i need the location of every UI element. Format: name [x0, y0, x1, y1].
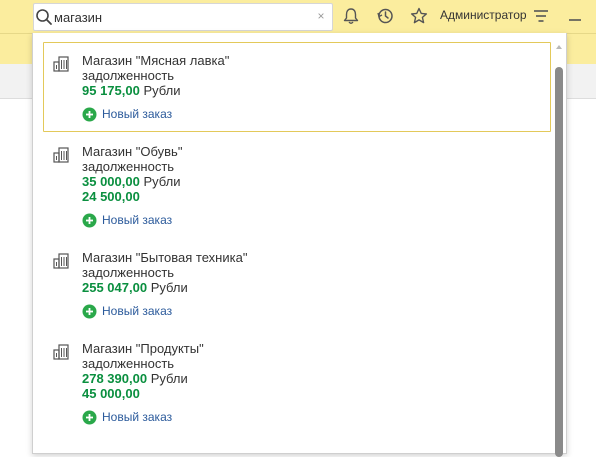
- debt-amount: 278 390,00: [82, 371, 148, 386]
- result-item[interactable]: Магазин "Бытовая техника" задолженность …: [43, 239, 551, 321]
- building-icon: [52, 55, 70, 76]
- secondary-amount: 45 000,00: [82, 386, 140, 401]
- search-clear-button[interactable]: ×: [316, 9, 326, 23]
- result-item[interactable]: Магазин "Продукты" задолженность 278 390…: [43, 330, 551, 426]
- debt-amount-line: 278 390,00 Рубли: [82, 371, 188, 386]
- debt-label: задолженность: [82, 265, 175, 280]
- result-item[interactable]: Магазин "Мясная лавка" задолженность 95 …: [43, 42, 551, 132]
- currency-label: Рубли: [150, 371, 188, 386]
- new-order-label: Новый заказ: [102, 213, 173, 227]
- building-icon: [52, 343, 70, 364]
- bell-icon[interactable]: [341, 6, 361, 26]
- debt-amount-line: 255 047,00 Рубли: [82, 280, 188, 295]
- new-order-label: Новый заказ: [102, 410, 173, 424]
- new-order-label: Новый заказ: [102, 304, 173, 318]
- plus-circle-icon: [82, 410, 97, 425]
- debt-label: задолженность: [82, 68, 175, 83]
- plus-circle-icon: [82, 213, 97, 228]
- star-icon[interactable]: [409, 6, 429, 26]
- results-scrollbar[interactable]: [553, 33, 566, 457]
- debt-label: задолженность: [82, 159, 175, 174]
- debt-label: задолженность: [82, 356, 175, 371]
- plus-circle-icon: [82, 107, 97, 122]
- menu-icon[interactable]: [531, 6, 551, 26]
- magnifier-icon: [35, 8, 53, 29]
- debt-amount-line: 35 000,00 Рубли: [82, 174, 181, 189]
- minimize-icon[interactable]: [565, 6, 585, 26]
- result-title: Магазин "Бытовая техника": [82, 250, 248, 265]
- search-box[interactable]: ×: [33, 3, 333, 31]
- plus-circle-icon: [82, 304, 97, 319]
- currency-label: Рубли: [143, 174, 181, 189]
- secondary-amount: 24 500,00: [82, 189, 140, 204]
- result-title: Магазин "Мясная лавка": [82, 53, 230, 68]
- result-title: Магазин "Продукты": [82, 341, 204, 356]
- debt-amount: 95 175,00: [82, 83, 140, 98]
- scroll-up-arrow-icon[interactable]: [556, 45, 562, 49]
- debt-amount-line: 95 175,00 Рубли: [82, 83, 181, 98]
- history-icon[interactable]: [375, 6, 395, 26]
- currency-label: Рубли: [150, 280, 188, 295]
- building-icon: [52, 252, 70, 273]
- currency-label: Рубли: [143, 83, 181, 98]
- new-order-label: Новый заказ: [102, 107, 173, 121]
- result-item[interactable]: Магазин "Обувь" задолженность 35 000,00 …: [43, 133, 551, 229]
- search-results-list: Магазин "Мясная лавка" задолженность 95 …: [33, 33, 553, 453]
- debt-amount: 35 000,00: [82, 174, 140, 189]
- building-icon: [52, 146, 70, 167]
- search-input[interactable]: [54, 8, 304, 26]
- result-title: Магазин "Обувь": [82, 144, 183, 159]
- search-results-dropdown: Магазин "Мясная лавка" задолженность 95 …: [32, 33, 567, 457]
- scroll-thumb[interactable]: [555, 67, 563, 457]
- debt-amount: 255 047,00: [82, 280, 148, 295]
- user-name[interactable]: Администратор: [440, 8, 527, 22]
- top-toolbar: × Администратор: [0, 0, 596, 34]
